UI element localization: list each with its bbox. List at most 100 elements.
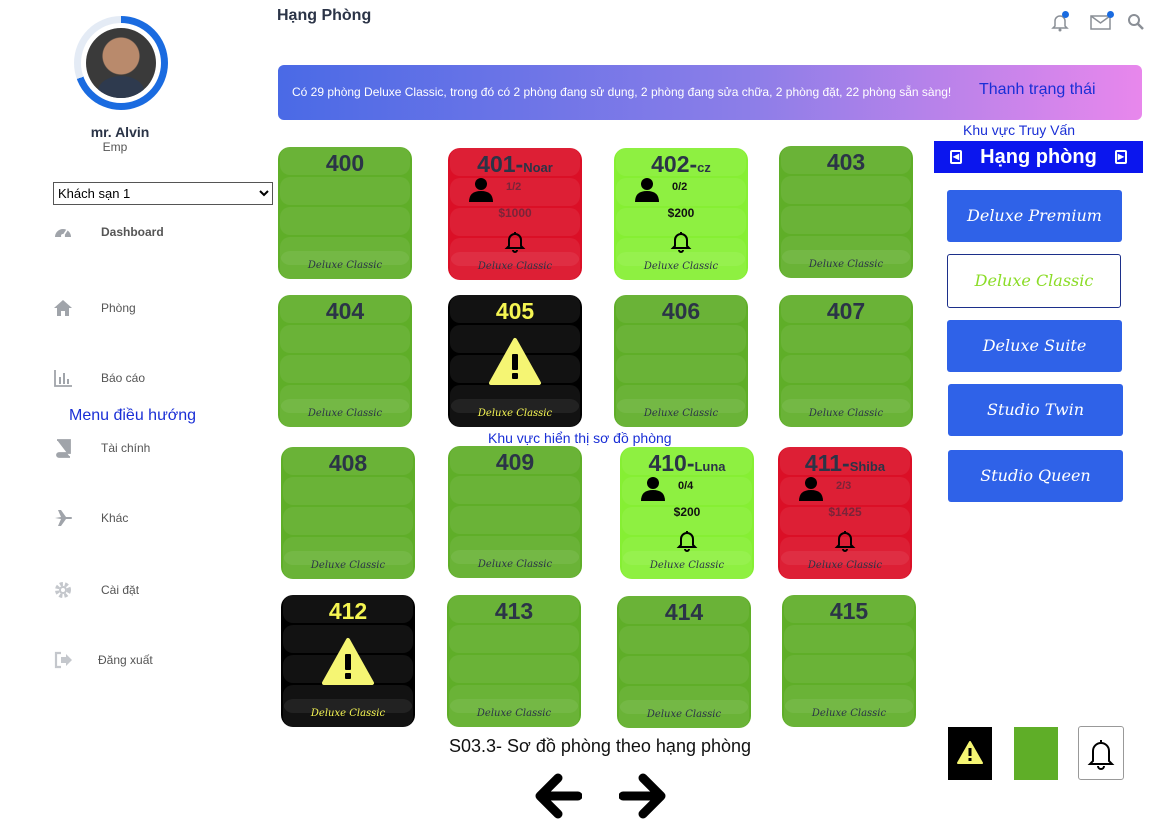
person-icon — [468, 176, 494, 202]
room-number: 404 — [325, 298, 365, 324]
room-category: Deluxe Classic — [477, 559, 553, 570]
guest-name: Luna — [694, 459, 726, 474]
room-price: $200 — [667, 206, 695, 220]
arrow-left-icon — [535, 773, 583, 819]
room-category: Deluxe Classic — [476, 708, 552, 719]
search-button[interactable] — [1127, 13, 1149, 35]
nav-label-settings: Cài đặt — [101, 583, 140, 597]
room-card-411[interactable]: 411-Shiba 2/3 $1425 Deluxe Classic — [778, 447, 912, 579]
room-number: 408 — [328, 450, 368, 476]
prev-page-button[interactable] — [534, 770, 583, 820]
next-page-button[interactable] — [618, 770, 667, 820]
arrow-right-icon — [618, 773, 666, 819]
room-price: $1000 — [498, 206, 532, 220]
status-bar-annotation: Thanh trạng thái — [979, 81, 1096, 98]
prev-category-icon[interactable]: ◀ — [950, 150, 962, 164]
room-number: 405 — [495, 298, 535, 324]
logout-icon — [52, 650, 74, 672]
nav-label-reports: Báo cáo — [101, 371, 146, 385]
next-category-icon[interactable]: ▶ — [1115, 150, 1127, 164]
room-category: Deluxe Classic — [646, 709, 722, 720]
nav-label-other: Khác — [101, 511, 129, 525]
person-icon — [640, 475, 666, 501]
room-category: Deluxe Classic — [807, 560, 883, 571]
gear-icon — [52, 580, 74, 602]
room-category: Deluxe Classic — [808, 408, 884, 419]
room-number: 412 — [328, 598, 368, 624]
guest-name: Noar — [523, 160, 553, 175]
nav-item-logout[interactable]: Đăng xuất — [50, 650, 250, 674]
room-occupancy: 2/3 — [836, 480, 852, 492]
room-card-403[interactable]: 403 Deluxe Classic — [779, 146, 913, 278]
room-category: Deluxe Classic — [643, 408, 719, 419]
room-card-400[interactable]: 400 Deluxe Classic — [278, 147, 412, 279]
room-category: Deluxe Classic — [643, 261, 719, 272]
room-card-412[interactable]: 412 Deluxe Classic — [281, 595, 415, 727]
bell-icon[interactable] — [502, 228, 528, 254]
room-category: Deluxe Classic — [808, 259, 884, 270]
status-text: Có 29 phòng Deluxe Classic, trong đó có … — [292, 85, 952, 99]
room-occupancy: 1/2 — [506, 181, 522, 193]
notification-button[interactable] — [1050, 11, 1072, 34]
nav-label-finance: Tài chính — [101, 441, 151, 455]
warning-icon — [488, 337, 542, 387]
room-number: 411-Shiba — [804, 450, 886, 476]
nav-label-rooms: Phòng — [101, 301, 136, 315]
room-category: Deluxe Classic — [477, 408, 553, 419]
warning-icon — [957, 741, 983, 764]
room-number: 402-cz — [651, 151, 711, 177]
room-category: Deluxe Classic — [307, 260, 383, 271]
room-card-402[interactable]: 402-cz 0/2 $200 Deluxe Classic — [614, 148, 748, 280]
report-chart-icon — [52, 368, 74, 390]
room-category: Deluxe Classic — [477, 261, 553, 272]
category-button-deluxe-premium[interactable]: Deluxe Premium — [947, 190, 1122, 242]
room-number: 407 — [826, 298, 866, 324]
status-bar: Có 29 phòng Deluxe Classic, trong đó có … — [278, 65, 1142, 120]
legend-available[interactable] — [1014, 727, 1058, 780]
category-button-deluxe-suite[interactable]: Deluxe Suite — [947, 320, 1122, 372]
room-number: 413 — [494, 598, 534, 624]
nav-item-other[interactable]: Khác — [50, 508, 250, 532]
bell-icon[interactable] — [674, 527, 700, 553]
room-number: 414 — [664, 599, 704, 625]
bell-icon[interactable] — [668, 228, 694, 254]
nav-item-rooms[interactable]: Phòng — [50, 298, 250, 322]
nav-item-reports[interactable]: Báo cáo — [50, 368, 250, 392]
dashboard-icon — [52, 222, 74, 244]
person-icon — [798, 475, 824, 501]
messages-button[interactable] — [1090, 11, 1114, 34]
search-icon — [1128, 14, 1144, 30]
room-card-409[interactable]: 409 Deluxe Classic — [448, 446, 582, 578]
room-number: 406 — [661, 298, 701, 324]
room-card-404[interactable]: 404 Deluxe Classic — [278, 295, 412, 427]
nav-label-logout: Đăng xuất — [98, 653, 153, 667]
avatar[interactable] — [74, 16, 168, 110]
room-category: Deluxe Classic — [811, 708, 887, 719]
nav-item-dashboard[interactable]: Dashboard — [50, 222, 250, 246]
room-card-415[interactable]: 415 Deluxe Classic — [782, 595, 916, 727]
room-card-407[interactable]: 407 Deluxe Classic — [779, 295, 913, 427]
room-card-413[interactable]: 413 Deluxe Classic — [447, 595, 581, 727]
room-card-408[interactable]: 408 Deluxe Classic — [281, 447, 415, 579]
room-card-401[interactable]: 401-Noar 1/2 $1000 Deluxe Classic — [448, 148, 582, 280]
category-button-studio-queen[interactable]: Studio Queen — [948, 450, 1123, 502]
bell-icon[interactable] — [832, 527, 858, 553]
category-button-studio-twin[interactable]: Studio Twin — [948, 384, 1123, 436]
bell-icon — [1087, 740, 1115, 770]
legend-notification[interactable] — [1078, 726, 1124, 780]
book-icon — [52, 438, 74, 460]
room-card-406[interactable]: 406 Deluxe Classic — [614, 295, 748, 427]
room-card-410[interactable]: 410-Luna 0/4 $200 Deluxe Classic — [620, 447, 754, 579]
category-button-deluxe-classic[interactable]: Deluxe Classic — [947, 254, 1121, 308]
nav-item-settings[interactable]: Cài đặt — [50, 580, 250, 604]
room-card-414[interactable]: 414 Deluxe Classic — [617, 596, 751, 728]
guest-name: Shiba — [849, 459, 886, 474]
legend-maintenance[interactable] — [948, 727, 992, 780]
room-card-405[interactable]: 405 Deluxe Classic — [448, 295, 582, 427]
hotel-select[interactable]: Khách sạn 1 — [53, 182, 273, 205]
plane-icon — [52, 508, 74, 530]
user-name: mr. Alvin — [90, 124, 150, 140]
nav-label-dashboard: Dashboard — [101, 225, 164, 239]
room-map-annotation: Khu vực hiển thị sơ đồ phòng — [488, 430, 672, 446]
nav-item-finance[interactable]: Tài chính — [50, 438, 250, 462]
